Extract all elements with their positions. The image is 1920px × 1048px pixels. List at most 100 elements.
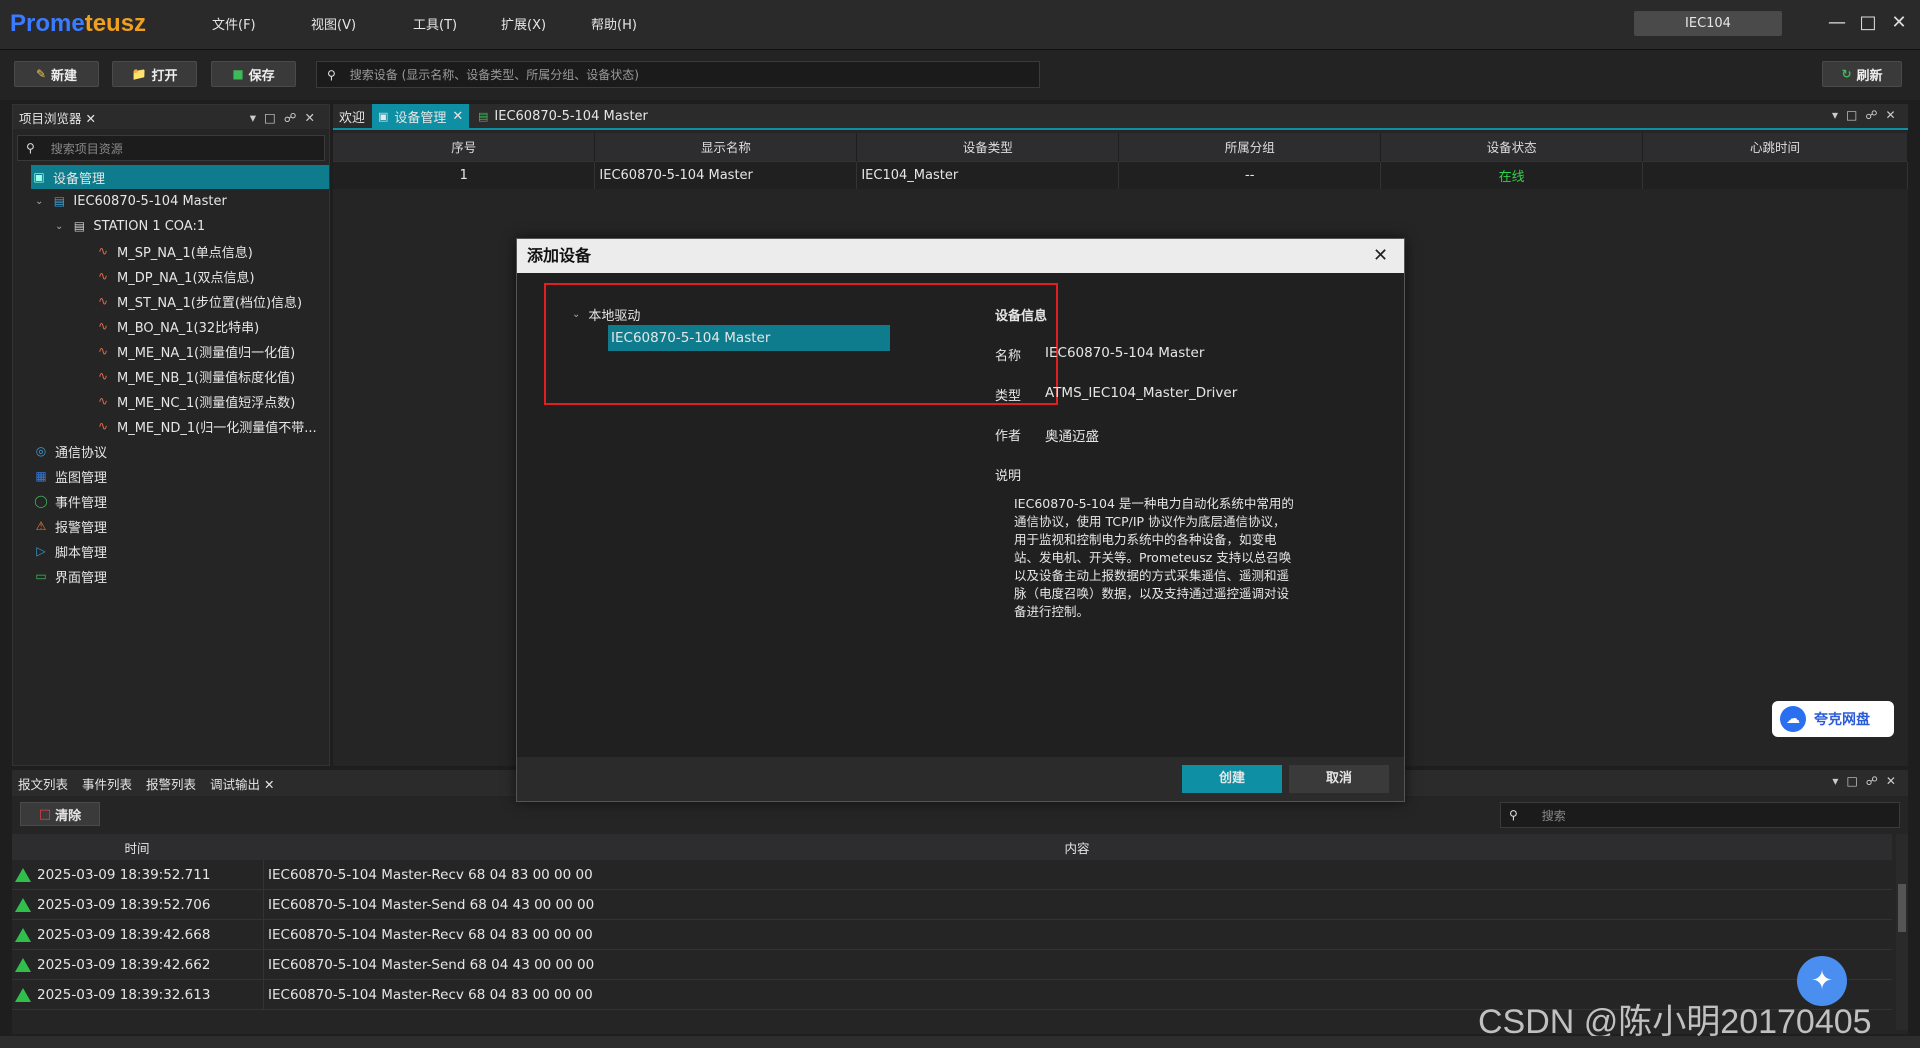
tree-point[interactable]: ∿ M_SP_NA_1(单点信息)	[95, 239, 253, 263]
scrollbar-thumb[interactable]	[1898, 884, 1906, 932]
cancel-button[interactable]: 取消	[1289, 765, 1389, 793]
tree-protocol[interactable]: ◎ 通信协议	[33, 439, 107, 463]
tree-device-mgmt[interactable]: ▣ 设备管理	[31, 165, 329, 189]
tree-point[interactable]: ∿ M_ME_NB_1(测量值标度化值)	[95, 364, 295, 388]
tree-ui[interactable]: ▭ 界面管理	[33, 564, 107, 588]
script-icon: ▷	[36, 544, 46, 558]
tab-device-mgmt[interactable]: ▣ 设备管理 ✕	[372, 104, 470, 128]
signal-icon: ∿	[97, 244, 109, 258]
chevron-down-icon: ⌄	[55, 220, 64, 232]
new-button[interactable]: ✎ 新建	[14, 61, 99, 87]
description-text: IEC60870-5-104 是一种电力自动化系统中常用的 通信协议，使用 TC…	[1014, 496, 1294, 619]
device-search-input[interactable]: ⚲ 搜索设备 (显示名称、设备类型、所属分组、设备状态)	[316, 61, 1040, 88]
menu-file[interactable]: 文件(F)	[212, 14, 256, 33]
tree-point[interactable]: ∿ M_ME_NC_1(测量值短浮点数)	[95, 389, 295, 413]
tab-messages[interactable]: 报文列表	[18, 774, 68, 793]
create-button[interactable]: 创建	[1182, 765, 1282, 793]
menu-tools[interactable]: 工具(T)	[413, 14, 457, 33]
tree-alarms[interactable]: ⚠ 报警管理	[33, 514, 107, 538]
menu-extensions[interactable]: 扩展(X)	[501, 14, 546, 33]
col-time[interactable]: 时间	[12, 838, 262, 857]
tab-events[interactable]: 事件列表	[82, 774, 132, 793]
col-group[interactable]: 所属分组	[1118, 133, 1382, 161]
driver-tree-root[interactable]: ⌄ 本地驱动	[572, 305, 640, 324]
tree-point[interactable]: ∿ M_DP_NA_1(双点信息)	[95, 264, 255, 288]
type-value: ATMS_IEC104_Master_Driver	[1045, 385, 1238, 401]
search-icon: ⚲	[1509, 808, 1518, 822]
pencil-icon: ✎	[35, 67, 47, 81]
document-icon: ▤	[478, 109, 489, 123]
screen-icon: ▭	[35, 569, 47, 583]
warning-icon	[15, 867, 31, 882]
cloud-drive-widget[interactable]: ☁ 夸克网盘	[1772, 701, 1894, 737]
tree-scripts[interactable]: ▷ 脚本管理	[33, 539, 107, 563]
tab-master[interactable]: ▤ IEC60870-5-104 Master	[472, 104, 654, 128]
tree-point[interactable]: ∿ M_ST_NA_1(步位置(档位)信息)	[95, 289, 302, 313]
table-header: 序号 显示名称 设备类型 所属分组 设备状态 心跳时间	[333, 133, 1908, 161]
resource-search-input[interactable]: ⚲ 搜索项目资源	[17, 135, 325, 161]
col-status[interactable]: 设备状态	[1380, 133, 1644, 161]
name-label: 名称	[995, 349, 1022, 364]
refresh-button[interactable]: ↻ 刷新	[1822, 61, 1902, 87]
app-logo: Prometeusz	[10, 10, 147, 37]
tab-alarms[interactable]: 报警列表	[146, 774, 196, 793]
minimize-icon[interactable]: —	[1822, 10, 1852, 36]
close-icon[interactable]: ✕	[1884, 10, 1914, 36]
author-value: 奥通迈盛	[1045, 429, 1099, 445]
tree-point[interactable]: ∿ M_ME_NA_1(测量值归一化值)	[95, 339, 295, 363]
tree-point[interactable]: ∿ M_BO_NA_1(32比特串)	[95, 314, 259, 338]
shield-icon: ◯	[34, 494, 48, 508]
tree-point[interactable]: ∿ M_ME_ND_1(归一化测量值不带...	[95, 414, 327, 438]
tree-station[interactable]: ⌄ ▤ STATION 1 COA:1	[55, 214, 205, 238]
add-device-dialog: 添加设备 ✕ ⌄ 本地驱动 IEC60870-5-104 Master 设备信息 …	[516, 238, 1405, 802]
col-content[interactable]: 内容	[262, 838, 1892, 857]
tree-monitor[interactable]: ▦ 监图管理	[33, 464, 107, 488]
warning-icon	[15, 897, 31, 912]
project-browser-panel: 项目浏览器 ✕ ▾□☍✕ ⚲ 搜索项目资源 ▣ 设备管理 ⌄ ▤ IEC60870-5…	[12, 104, 330, 766]
tab-underline	[333, 128, 1908, 130]
col-index[interactable]: 序号	[333, 133, 596, 161]
log-scrollbar[interactable]	[1896, 834, 1908, 1030]
menu-view[interactable]: 视图(V)	[311, 14, 356, 33]
chevron-down-icon: ⌄	[35, 195, 44, 207]
tab-debug[interactable]: 调试输出 ✕	[210, 774, 274, 793]
log-row[interactable]: 2025-03-09 18:39:42.662 IEC60870-5-104 Ma…	[12, 949, 1892, 980]
tree-events[interactable]: ◯ 事件管理	[33, 489, 107, 513]
dialog-close-icon[interactable]: ✕	[1373, 245, 1388, 266]
save-icon: ■	[232, 67, 244, 81]
close-icon[interactable]: ✕	[452, 109, 463, 124]
chevron-down-icon: ⌄	[572, 309, 581, 320]
table-row[interactable]: 1 IEC60870-5-104 Master IEC104_Master --…	[333, 160, 1908, 189]
log-row[interactable]: 2025-03-09 18:39:52.711 IEC60870-5-104 Ma…	[12, 860, 1892, 890]
clear-button[interactable]: □ 清除	[20, 802, 100, 826]
log-row[interactable]: 2025-03-09 18:39:52.706 IEC60870-5-104 Ma…	[12, 889, 1892, 920]
master-icon: ▤	[53, 194, 66, 208]
log-header: 时间 内容	[12, 834, 1892, 860]
col-heartbeat[interactable]: 心跳时间	[1642, 133, 1908, 161]
signal-icon: ∿	[97, 344, 109, 358]
open-button[interactable]: 📁 打开	[112, 61, 197, 87]
panel-controls[interactable]: ▾□☍✕	[1832, 108, 1904, 122]
name-value: IEC60870-5-104 Master	[1045, 345, 1205, 361]
close-icon[interactable]: ✕	[86, 111, 96, 126]
panel-controls[interactable]: ▾□☍✕	[250, 110, 323, 125]
save-button[interactable]: ■ 保存	[211, 61, 296, 87]
tree-master[interactable]: ⌄ ▤ IEC60870-5-104 Master	[35, 189, 227, 213]
maximize-icon[interactable]: □	[1853, 10, 1883, 36]
search-icon: ⚲	[26, 141, 35, 155]
col-name[interactable]: 显示名称	[594, 133, 858, 161]
title-bar: Prometeusz 文件(F) 视图(V) 工具(T) 扩展(X) 帮助(H)…	[0, 0, 1920, 50]
driver-item-selected[interactable]: IEC60870-5-104 Master	[608, 325, 890, 351]
close-icon[interactable]: ✕	[264, 777, 274, 792]
warning-icon	[15, 927, 31, 942]
device-table: 序号 显示名称 设备类型 所属分组 设备状态 心跳时间 1 IEC60870-5…	[333, 133, 1908, 189]
tab-welcome[interactable]: 欢迎	[333, 104, 371, 128]
warning-icon	[15, 987, 31, 1002]
signal-icon: ∿	[97, 394, 109, 408]
panel-controls[interactable]: ▾□☍✕	[1832, 774, 1904, 788]
log-search-input[interactable]: ⚲ 搜索	[1500, 802, 1900, 828]
project-browser-header: 项目浏览器 ✕ ▾□☍✕	[13, 105, 329, 129]
log-row[interactable]: 2025-03-09 18:39:42.668 IEC60870-5-104 Ma…	[12, 919, 1892, 950]
col-type[interactable]: 设备类型	[856, 133, 1120, 161]
menu-help[interactable]: 帮助(H)	[591, 14, 637, 33]
